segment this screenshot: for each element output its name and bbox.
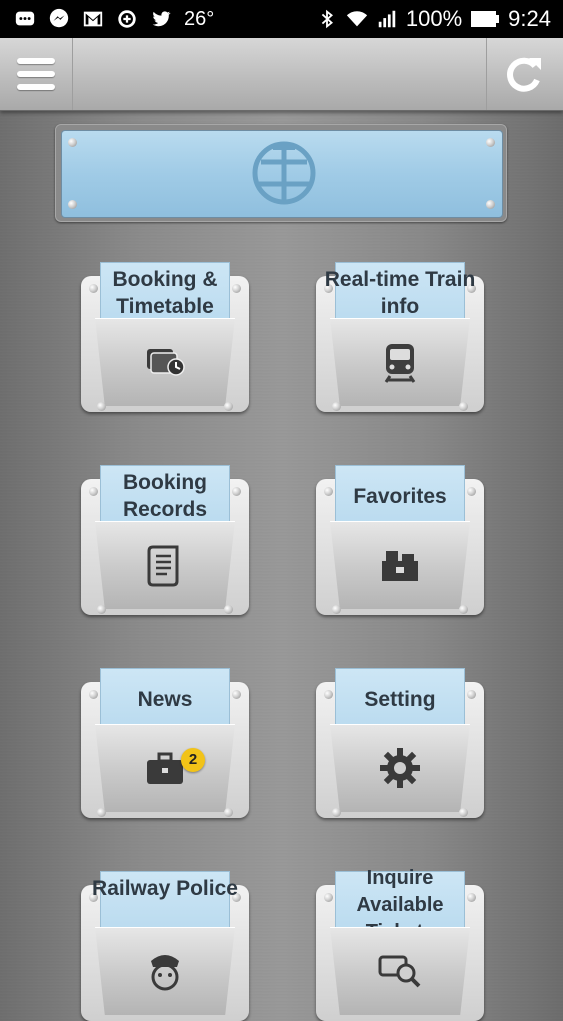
header-plate bbox=[55, 124, 507, 222]
messenger-icon bbox=[49, 8, 69, 28]
realtime-train-tile[interactable]: Real-time Train info bbox=[316, 262, 484, 412]
train-icon bbox=[384, 344, 416, 383]
hamburger-menu-icon[interactable] bbox=[0, 38, 73, 110]
battery-icon bbox=[471, 11, 500, 27]
gear-icon bbox=[380, 748, 420, 788]
tile-label: Booking Records bbox=[122, 471, 208, 521]
booking-records-tile[interactable]: Booking Records bbox=[81, 465, 249, 615]
favorites-tile[interactable]: Favorites bbox=[316, 465, 484, 615]
gmail-icon bbox=[83, 11, 103, 27]
news-count-badge: 2 bbox=[181, 748, 205, 772]
railway-police-tile[interactable]: Railway Police bbox=[81, 871, 249, 1021]
data-saver-icon bbox=[118, 10, 136, 28]
tile-label: Railway Police bbox=[92, 877, 238, 900]
ticket-search-icon bbox=[378, 955, 421, 988]
signal-icon bbox=[378, 10, 396, 28]
tile-label: Setting bbox=[364, 688, 436, 711]
chat-bubble-icon bbox=[15, 11, 35, 26]
temperature-text: 26° bbox=[184, 7, 215, 30]
status-bar: 26° 100% 9:24 bbox=[0, 0, 563, 38]
wifi-icon bbox=[346, 11, 367, 27]
briefcase-icon bbox=[147, 752, 183, 784]
tile-label: Real-time Train info bbox=[324, 268, 476, 318]
app-bar bbox=[0, 38, 563, 111]
scroll-icon bbox=[147, 545, 179, 587]
battery-percent-text: 100% bbox=[405, 6, 463, 31]
bluetooth-icon bbox=[321, 9, 333, 29]
tile-label: Favorites bbox=[353, 485, 447, 508]
twitter-icon bbox=[152, 11, 171, 27]
tile-label: News bbox=[137, 688, 193, 711]
tile-label: Booking & Timetable bbox=[112, 268, 218, 318]
clock-text: 9:24 bbox=[508, 6, 551, 31]
railway-logo-icon bbox=[252, 141, 316, 205]
police-officer-icon bbox=[151, 955, 179, 991]
ticket-clock-icon bbox=[147, 349, 185, 376]
refresh-icon[interactable] bbox=[486, 38, 563, 110]
news-tile[interactable]: News 2 bbox=[81, 668, 249, 818]
booking-timetable-tile[interactable]: Booking & Timetable bbox=[81, 262, 249, 412]
inquire-tickets-tile[interactable]: Inquire Available Tickets bbox=[316, 867, 484, 1021]
toolbox-icon bbox=[382, 551, 418, 581]
setting-tile[interactable]: Setting bbox=[316, 668, 484, 818]
